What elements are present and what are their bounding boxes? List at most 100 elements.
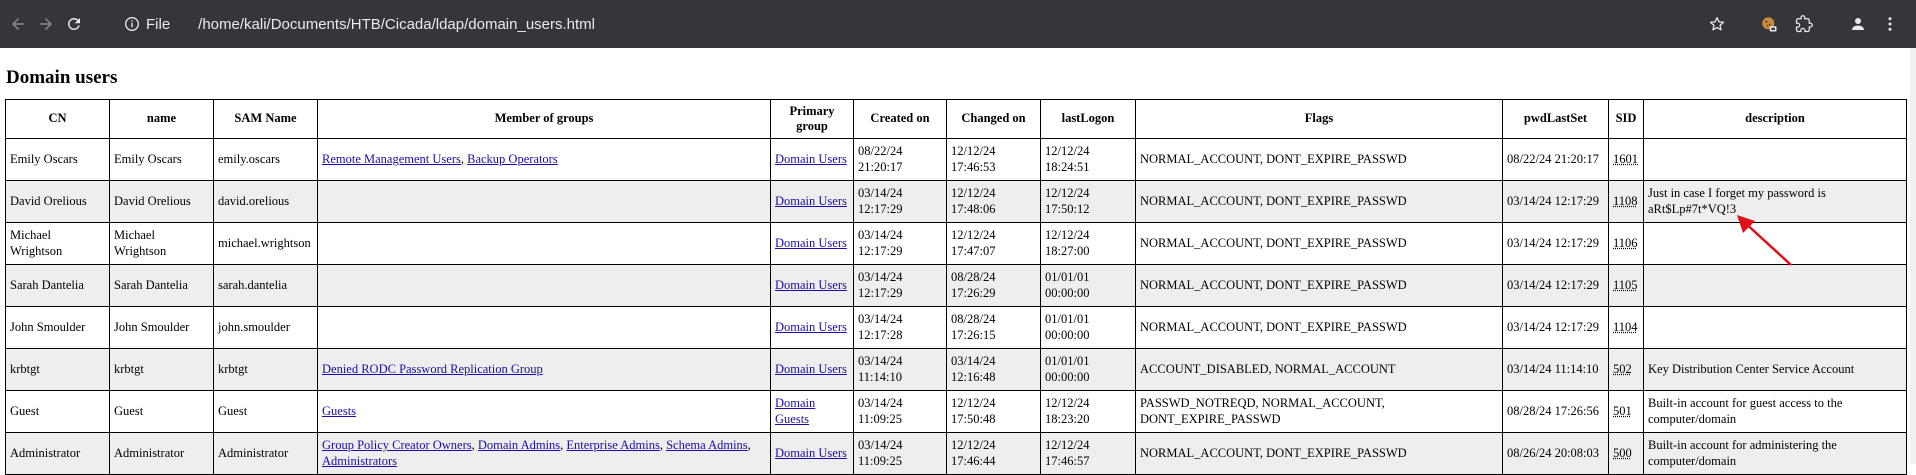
extensions-button[interactable] — [1792, 12, 1816, 36]
url-text[interactable]: /home/kali/Documents/HTB/Cicada/ldap/dom… — [198, 16, 595, 33]
sid-value: 501 — [1613, 403, 1632, 418]
vertical-scrollbar[interactable] — [1910, 48, 1916, 464]
group-link[interactable]: Guests — [322, 404, 356, 418]
cell-last-logon: 12/12/24 17:50:12 — [1040, 180, 1136, 223]
group-link[interactable]: Denied RODC Password Replication Group — [322, 362, 543, 376]
extensions-icon — [1795, 15, 1813, 33]
cell-description: Built-in account for administering the c… — [1643, 432, 1907, 475]
cell-sid: 1601 — [1608, 138, 1644, 181]
cell-sam-name: Guest — [213, 390, 318, 433]
reload-button[interactable] — [62, 12, 86, 36]
table-row: John Smoulder John Smoulder john.smoulder D… — [5, 306, 1907, 349]
cell-flags: NORMAL_ACCOUNT, DONT_EXPIRE_PASSWD — [1135, 306, 1503, 349]
cell-last-logon: 01/01/01 00:00:00 — [1040, 306, 1136, 349]
star-icon — [1709, 16, 1725, 31]
cookie-button[interactable] — [1757, 12, 1781, 36]
sid-value: 1106 — [1613, 235, 1638, 250]
cell-changed-on: 12/12/24 17:46:44 — [946, 432, 1041, 475]
cell-last-logon: 01/01/01 00:00:00 — [1040, 264, 1136, 307]
cell-pwd-last-set: 03/14/24 12:17:29 — [1502, 306, 1609, 349]
cell-sam-name: Administrator — [213, 432, 318, 475]
reload-icon — [67, 17, 80, 30]
cell-primary-group: Domain Users — [770, 432, 854, 475]
cell-sid: 1106 — [1608, 222, 1644, 265]
cell-primary-group: Domain Users — [770, 348, 854, 391]
cell-primary-group: Domain Users — [770, 180, 854, 223]
sid-value: 1601 — [1613, 151, 1638, 166]
cell-cn: Emily Oscars — [5, 138, 110, 181]
cell-flags: NORMAL_ACCOUNT, DONT_EXPIRE_PASSWD — [1135, 432, 1503, 475]
cell-primary-group: Domain Users — [770, 306, 854, 349]
cell-sam-name: sarah.dantelia — [213, 264, 318, 307]
cell-sid: 1105 — [1608, 264, 1644, 307]
cell-pwd-last-set: 03/14/24 11:14:10 — [1502, 348, 1609, 391]
cell-member-of-groups: Guests — [317, 390, 771, 433]
forward-button[interactable] — [34, 12, 58, 36]
info-icon[interactable] — [124, 16, 140, 32]
header-flags: Flags — [1135, 99, 1503, 139]
group-link[interactable]: Administrators — [322, 454, 397, 468]
header-name: name — [109, 99, 214, 139]
cell-member-of-groups: Group Policy Creator Owners, Domain Admi… — [317, 432, 771, 475]
table-row: Sarah Dantelia Sarah Dantelia sarah.dantel… — [5, 264, 1907, 307]
forward-arrow-icon — [40, 18, 52, 30]
cell-last-logon: 12/12/24 18:27:00 — [1040, 222, 1136, 265]
group-link[interactable]: Schema Admins — [666, 438, 748, 452]
menu-button[interactable] — [1878, 12, 1902, 36]
group-link[interactable]: Backup Operators — [467, 152, 558, 166]
primary-group-link[interactable]: Domain Users — [775, 446, 847, 460]
cell-last-logon: 12/12/24 17:46:57 — [1040, 432, 1136, 475]
table-row: David Orelious David Orelious david.orelio… — [5, 180, 1907, 223]
primary-group-link[interactable]: Domain Users — [775, 236, 847, 250]
group-link[interactable]: Domain Admins — [478, 438, 560, 452]
cell-last-logon: 01/01/01 00:00:00 — [1040, 348, 1136, 391]
cell-flags: PASSWD_NOTREQD, NORMAL_ACCOUNT, DONT_EXP… — [1135, 390, 1503, 433]
cell-changed-on: 12/12/24 17:50:48 — [946, 390, 1041, 433]
cell-pwd-last-set: 03/14/24 12:17:29 — [1502, 222, 1609, 265]
cell-pwd-last-set: 03/14/24 12:17:29 — [1502, 180, 1609, 223]
cell-name: Sarah Dantelia — [109, 264, 214, 307]
page-title: Domain users — [6, 67, 118, 88]
primary-group-link[interactable]: Domain Users — [775, 320, 847, 334]
group-link[interactable]: Enterprise Admins — [566, 438, 659, 452]
sid-value: 1108 — [1613, 193, 1638, 208]
address-bar[interactable]: File /home/kali/Documents/HTB/Cicada/lda… — [114, 8, 1774, 40]
header-primary-group: Primary group — [770, 99, 854, 139]
sid-value: 1104 — [1613, 319, 1638, 334]
cell-cn: Guest — [5, 390, 110, 433]
primary-group-link[interactable]: Domain Users — [775, 152, 847, 166]
scheme-label: File — [146, 15, 171, 33]
cell-created-on: 03/14/24 11:09:25 — [853, 390, 947, 433]
cell-sam-name: john.smoulder — [213, 306, 318, 349]
group-link[interactable]: Group Policy Creator Owners — [322, 438, 472, 452]
cell-changed-on: 03/14/24 12:16:48 — [946, 348, 1041, 391]
cell-sam-name: krbtgt — [213, 348, 318, 391]
cell-cn: John Smoulder — [5, 306, 110, 349]
cell-cn: Administrator — [5, 432, 110, 475]
group-link[interactable]: Remote Management Users — [322, 152, 461, 166]
cell-member-of-groups — [317, 306, 771, 349]
primary-group-link[interactable]: Domain Users — [775, 278, 847, 292]
header-description: description — [1643, 99, 1907, 139]
primary-group-link[interactable]: Domain Users — [775, 362, 847, 376]
cell-sid: 1108 — [1608, 180, 1644, 223]
header-cn: CN — [5, 99, 110, 139]
cell-name: Administrator — [109, 432, 214, 475]
header-sam-name: SAM Name — [213, 99, 318, 139]
header-last-logon: lastLogon — [1040, 99, 1136, 139]
cell-cn: David Orelious — [5, 180, 110, 223]
cell-member-of-groups — [317, 264, 771, 307]
back-button[interactable] — [6, 12, 30, 36]
table-header-row: CN name SAM Name Member of groups Primar… — [5, 99, 1907, 139]
cell-name: Michael Wrightson — [109, 222, 214, 265]
domain-users-table: CN name SAM Name Member of groups Primar… — [5, 99, 1907, 475]
cell-member-of-groups — [317, 222, 771, 265]
primary-group-link[interactable]: Domain Users — [775, 194, 847, 208]
cell-changed-on: 12/12/24 17:47:07 — [946, 222, 1041, 265]
cell-sid: 502 — [1608, 348, 1644, 391]
cell-flags: NORMAL_ACCOUNT, DONT_EXPIRE_PASSWD — [1135, 180, 1503, 223]
cell-created-on: 08/22/24 21:20:17 — [853, 138, 947, 181]
primary-group-link[interactable]: Domain Guests — [775, 396, 815, 426]
bookmark-button[interactable] — [1705, 12, 1729, 36]
profile-button[interactable] — [1846, 12, 1870, 36]
